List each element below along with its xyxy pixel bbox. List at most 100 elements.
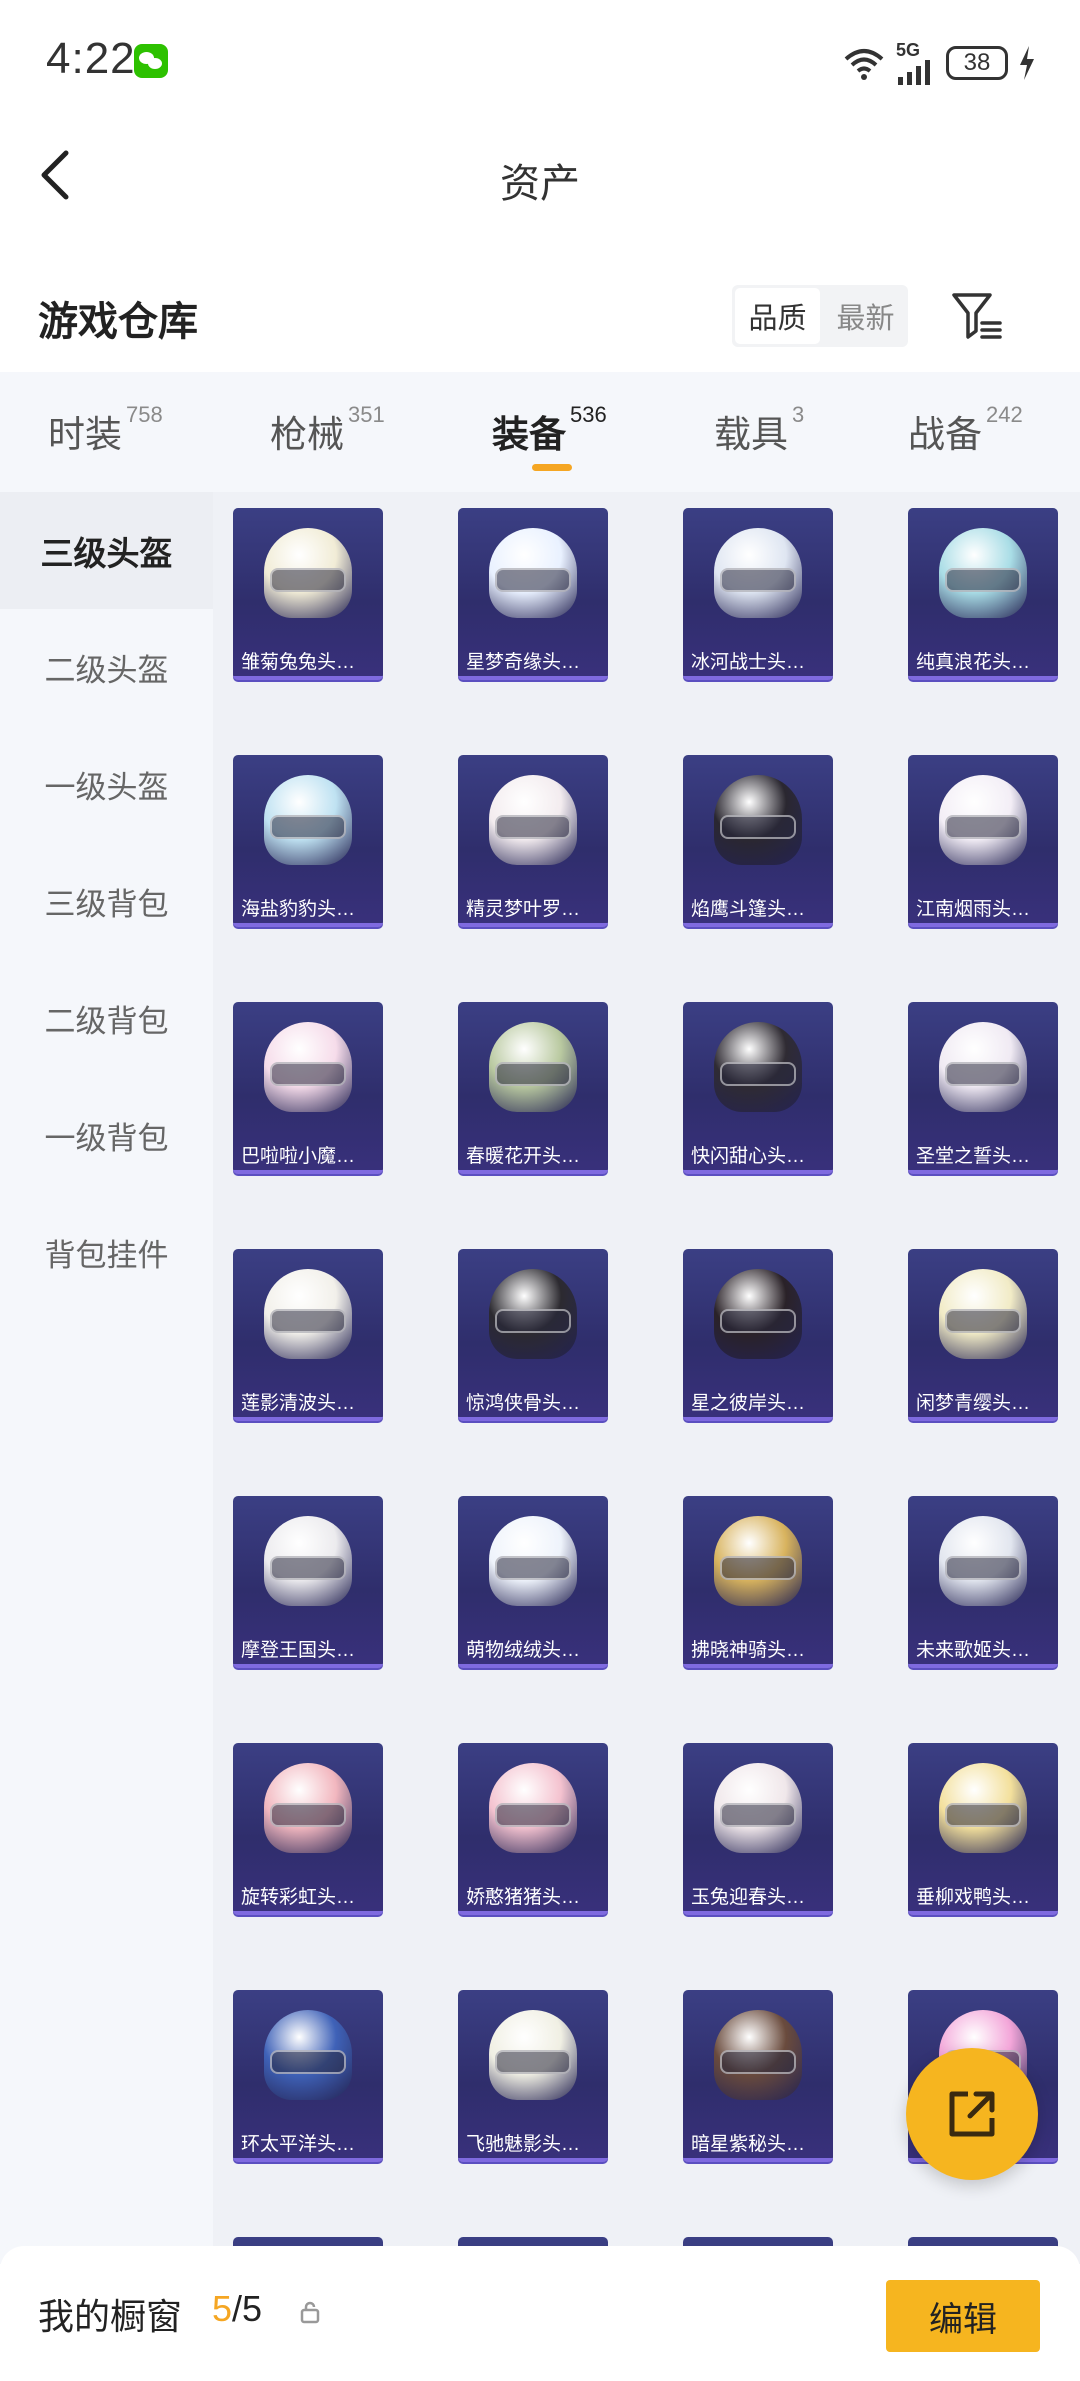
helmet-visor xyxy=(270,815,346,839)
sidebar-item-level1-helmet[interactable]: 一级头盔 xyxy=(0,726,213,843)
item-name: 冰河战士头… xyxy=(691,652,806,673)
wechat-icon xyxy=(134,44,168,78)
item-card[interactable]: 冰河战士头… xyxy=(683,508,833,680)
sort-quality-button[interactable]: 品质 xyxy=(735,288,820,344)
helmet-visor xyxy=(720,1309,796,1333)
helmet-visor xyxy=(720,1062,796,1086)
sidebar-item-level2-helmet[interactable]: 二级头盔 xyxy=(0,609,213,726)
item-card[interactable]: 纯真浪花头… xyxy=(908,508,1058,680)
item-name: 圣堂之誓头… xyxy=(916,1146,1031,1167)
top-nav: 资产 xyxy=(0,125,1080,225)
tab-label: 时装 xyxy=(48,414,122,455)
showcase-label: 我的橱窗 xyxy=(38,2296,183,2337)
item-card[interactable]: 星梦奇缘头… xyxy=(458,508,608,680)
sidebar-item-level1-backpack[interactable]: 一级背包 xyxy=(0,1077,213,1194)
battery-icon: 38 xyxy=(946,46,1008,80)
status-icons: 5G 38 xyxy=(842,40,1036,86)
helmet-visor xyxy=(945,1062,1021,1086)
item-card[interactable]: 雏菊兔兔头… xyxy=(233,508,383,680)
charging-bolt-icon xyxy=(1020,46,1034,80)
item-name: 雏菊兔兔头… xyxy=(241,652,356,673)
helmet-visor xyxy=(720,815,796,839)
share-button[interactable] xyxy=(906,2048,1038,2180)
showcase-count: 5/5 xyxy=(212,2288,262,2330)
item-name: 江南烟雨头… xyxy=(916,899,1031,920)
status-time: 4:22 xyxy=(46,34,136,83)
filter-icon[interactable] xyxy=(950,289,1006,345)
sidebar-item-level3-backpack[interactable]: 三级背包 xyxy=(0,843,213,960)
lock-icon xyxy=(300,2301,320,2324)
sidebar-item-level2-backpack[interactable]: 二级背包 xyxy=(0,960,213,1077)
category-tabs: 时装 758 枪械 351 装备 536 载具 3 战备 242 xyxy=(0,372,1080,492)
item-card[interactable]: 玉兔迎春头… xyxy=(683,1743,833,1915)
item-card[interactable]: 旋转彩虹头… xyxy=(233,1743,383,1915)
tab-fashion[interactable]: 时装 758 xyxy=(48,402,163,458)
item-name: 萌物绒绒头… xyxy=(466,1640,581,1661)
share-icon xyxy=(949,2091,995,2137)
item-card[interactable]: 莲影清波头… xyxy=(233,1249,383,1421)
tab-combat-gear[interactable]: 战备 242 xyxy=(908,402,1023,458)
item-name: 摩登王国头… xyxy=(241,1640,356,1661)
item-card[interactable]: 环太平洋头… xyxy=(233,1990,383,2162)
helmet-visor xyxy=(495,568,571,592)
item-name: 星梦奇缘头… xyxy=(466,652,581,673)
warehouse-title: 游戏仓库 xyxy=(38,300,198,344)
item-name: 精灵梦叶罗… xyxy=(466,899,581,920)
item-card[interactable]: 快闪甜心头… xyxy=(683,1002,833,1174)
item-card[interactable]: 垂柳戏鸭头… xyxy=(908,1743,1058,1915)
item-card[interactable]: 江南烟雨头… xyxy=(908,755,1058,927)
item-name: 焰鹰斗篷头… xyxy=(691,899,806,920)
item-card[interactable]: 惊鸿侠骨头… xyxy=(458,1249,608,1421)
item-name: 旋转彩虹头… xyxy=(241,1887,356,1908)
item-card[interactable]: 摩登王国头… xyxy=(233,1496,383,1668)
tab-guns[interactable]: 枪械 351 xyxy=(270,402,385,458)
item-card[interactable]: 暗星紫秘头… xyxy=(683,1990,833,2162)
tab-vehicles[interactable]: 载具 3 xyxy=(714,402,804,458)
helmet-visor xyxy=(945,1556,1021,1580)
item-card[interactable]: 焰鹰斗篷头… xyxy=(683,755,833,927)
sidebar-item-backpack-charm[interactable]: 背包挂件 xyxy=(0,1194,213,1311)
item-name: 环太平洋头… xyxy=(241,2134,356,2155)
item-name: 未来歌姬头… xyxy=(916,1640,1031,1661)
helmet-visor xyxy=(270,2050,346,2074)
item-card[interactable]: 萌物绒绒头… xyxy=(458,1496,608,1668)
bottom-bar: 我的橱窗 5/5 编辑 xyxy=(0,2246,1080,2381)
tab-equipment[interactable]: 装备 536 xyxy=(492,402,607,458)
helmet-visor xyxy=(720,2050,796,2074)
item-card[interactable]: 飞驰魅影头… xyxy=(458,1990,608,2162)
item-card[interactable]: 闲梦青缨头… xyxy=(908,1249,1058,1421)
item-card[interactable]: 精灵梦叶罗… xyxy=(458,755,608,927)
helmet-visor xyxy=(495,2050,571,2074)
item-card[interactable]: 圣堂之誓头… xyxy=(908,1002,1058,1174)
helmet-visor xyxy=(495,1556,571,1580)
tab-count: 758 xyxy=(126,402,163,427)
item-card[interactable]: 拂晓神骑头… xyxy=(683,1496,833,1668)
sidebar-item-level3-helmet[interactable]: 三级头盔 xyxy=(0,492,213,609)
showcase-count-total: /5 xyxy=(232,2288,263,2329)
subcategory-sidebar: 三级头盔 二级头盔 一级头盔 三级背包 二级背包 一级背包 背包挂件 xyxy=(0,492,213,2264)
wifi-icon xyxy=(844,49,884,80)
edit-button[interactable]: 编辑 xyxy=(886,2280,1040,2352)
sort-newest-button[interactable]: 最新 xyxy=(823,285,908,347)
active-tab-indicator xyxy=(532,464,572,471)
tab-count: 536 xyxy=(570,402,607,427)
helmet-visor xyxy=(945,815,1021,839)
item-name: 闲梦青缨头… xyxy=(916,1393,1031,1414)
helmet-visor xyxy=(720,1803,796,1827)
item-card[interactable]: 星之彼岸头… xyxy=(683,1249,833,1421)
helmet-visor xyxy=(495,1309,571,1333)
item-card[interactable]: 娇憨猪猪头… xyxy=(458,1743,608,1915)
helmet-visor xyxy=(495,1803,571,1827)
item-card[interactable]: 春暖花开头… xyxy=(458,1002,608,1174)
item-name: 纯真浪花头… xyxy=(916,652,1031,673)
cellular-group: 5G xyxy=(896,41,936,85)
battery-level: 38 xyxy=(963,49,991,76)
helmet-visor xyxy=(495,1062,571,1086)
network-type: 5G xyxy=(896,40,921,60)
item-card[interactable]: 巴啦啦小魔… xyxy=(233,1002,383,1174)
item-card[interactable]: 海盐豹豹头… xyxy=(233,755,383,927)
tab-count: 351 xyxy=(348,402,385,427)
item-card[interactable]: 未来歌姬头… xyxy=(908,1496,1058,1668)
cellular-signal-icon xyxy=(898,60,930,85)
item-name: 娇憨猪猪头… xyxy=(466,1887,581,1908)
